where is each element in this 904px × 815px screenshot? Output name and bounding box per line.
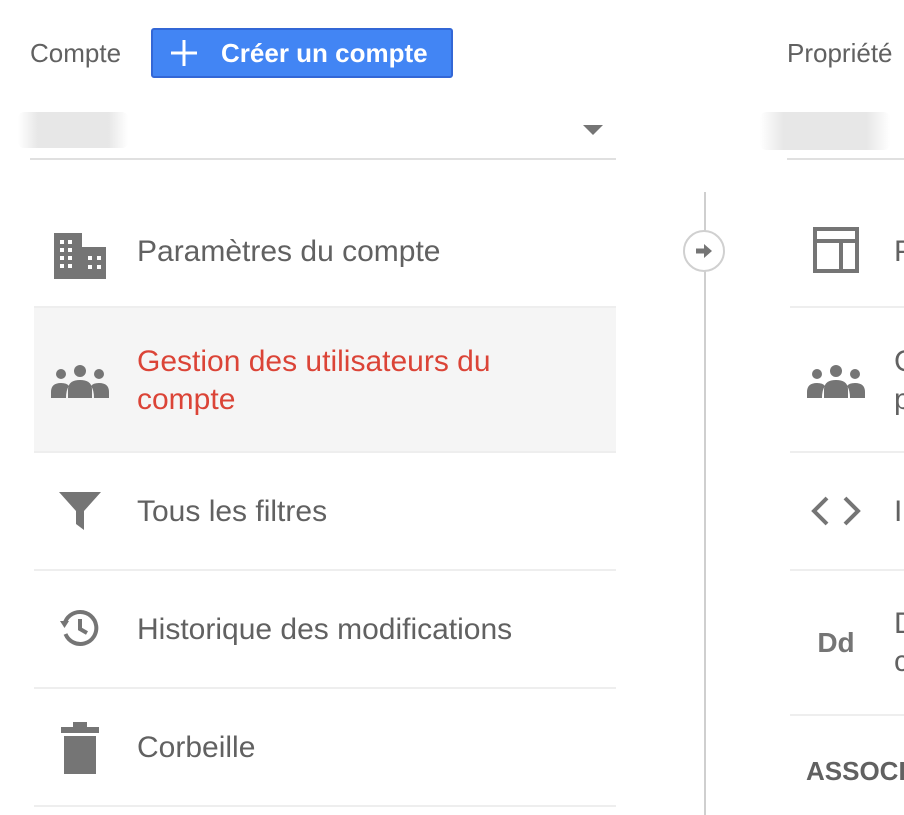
dropdown-caret-icon[interactable] bbox=[583, 125, 603, 135]
users-icon bbox=[806, 364, 866, 398]
property-menu-item-label: G bbox=[894, 343, 904, 381]
filter-icon bbox=[50, 491, 110, 531]
menu-item-label: Paramètres du compte bbox=[137, 235, 441, 268]
menu-item-account-user-management[interactable]: Gestion des utilisateurs du compte bbox=[34, 308, 616, 453]
dd-icon-text: Dd bbox=[817, 627, 855, 658]
property-column-label: Propriété bbox=[787, 38, 893, 68]
building-icon bbox=[50, 231, 110, 279]
account-selector-underline bbox=[30, 158, 616, 160]
property-menu-item-label-line2: p bbox=[894, 383, 904, 416]
column-divider bbox=[704, 192, 706, 815]
code-icon bbox=[806, 495, 866, 527]
plus-icon bbox=[171, 40, 197, 66]
dd-icon: Dd bbox=[806, 627, 866, 659]
menu-item-label: Tous les filtres bbox=[137, 495, 328, 528]
associations-section-heading: ASSOCI bbox=[806, 756, 904, 786]
menu-item-change-history[interactable]: Historique des modifications bbox=[34, 571, 616, 689]
property-menu-item-user-management[interactable]: G p bbox=[790, 308, 904, 453]
create-account-button-label: Créer un compte bbox=[221, 37, 428, 68]
property-menu-item-label: D bbox=[894, 605, 904, 643]
property-menu-item-label: P bbox=[894, 233, 904, 271]
menu-item-all-filters[interactable]: Tous les filtres bbox=[34, 453, 616, 571]
menu-item-label: Corbeille bbox=[137, 731, 256, 764]
account-menu: Paramètres du compte Gestion des utilisa… bbox=[34, 195, 616, 807]
menu-item-label: Gestion des utilisateurs du compte bbox=[137, 345, 491, 416]
layout-icon bbox=[806, 227, 866, 273]
property-menu-item-label: I bbox=[894, 495, 903, 528]
history-icon bbox=[50, 608, 110, 648]
menu-item-trash[interactable]: Corbeille bbox=[34, 689, 616, 807]
trash-icon bbox=[50, 722, 110, 774]
account-selector-value-redacted[interactable] bbox=[18, 112, 128, 148]
menu-item-label: Historique des modifications bbox=[137, 613, 513, 646]
property-selector-value-redacted[interactable] bbox=[760, 112, 890, 150]
property-menu-item-settings[interactable]: P bbox=[790, 195, 904, 308]
property-menu-item-data[interactable]: Dd D c bbox=[790, 571, 904, 716]
users-icon bbox=[50, 364, 110, 398]
menu-item-account-settings[interactable]: Paramètres du compte bbox=[34, 195, 616, 308]
arrow-right-icon[interactable] bbox=[683, 230, 725, 272]
property-menu: P G p I Dd D c bbox=[790, 195, 904, 716]
property-selector-underline bbox=[787, 158, 904, 160]
property-menu-item-tracking-info[interactable]: I bbox=[790, 453, 904, 571]
property-menu-item-label-line2: c bbox=[894, 645, 904, 678]
account-column-label: Compte bbox=[30, 38, 122, 68]
create-account-button[interactable]: Créer un compte bbox=[151, 28, 453, 78]
